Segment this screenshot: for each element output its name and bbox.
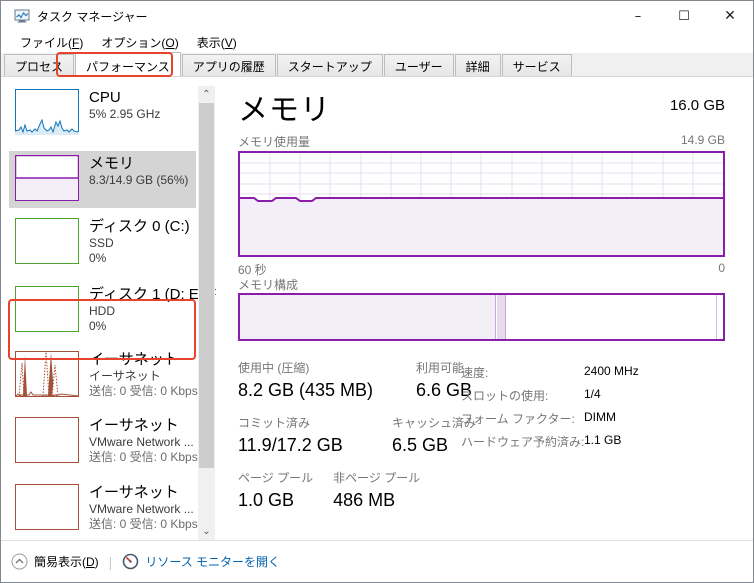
disk0-usage: 0%	[89, 251, 107, 265]
detail-formfactor-value: DIMM	[584, 410, 616, 424]
ethernet3-adapter: VMware Network ...	[89, 502, 194, 516]
footer-divider: |	[108, 553, 113, 570]
stat-pagedpool-value: 1.0 GB	[238, 490, 295, 510]
close-button[interactable]: ✕	[707, 1, 753, 31]
simple-view-label: 簡易表示(D)	[34, 555, 99, 569]
usage-chart-max: 14.9 GB	[680, 133, 725, 147]
window-title: タスク マネージャー	[37, 9, 148, 24]
resource-monitor-label: リソース モニターを開く	[145, 555, 281, 569]
window-controls: – ☐ ✕	[615, 1, 753, 31]
usage-x-right: 0	[718, 261, 725, 275]
stat-nonpagedpool-value: 486 MB	[333, 490, 396, 510]
sidebar-item-ethernet2[interactable]: イーサネット VMware Network ... 送信: 0 受信: 0 Kb…	[9, 415, 198, 465]
composition-label: メモリ構成	[238, 278, 299, 292]
detail-formfactor-label: フォーム ファクター:	[461, 412, 575, 426]
menu-bar: ファイル(F) オプション(O) 表示(V)	[1, 31, 753, 53]
memory-usage: 8.3/14.9 GB (56%)	[89, 173, 189, 187]
memory-detail-panel: メモリ 16.0 GB メモリ使用量 14.9 GB 60 秒 0 メモリ構成	[238, 77, 725, 540]
detail-speed-label: 速度:	[461, 366, 489, 380]
memory-composition-bar	[238, 293, 725, 341]
memory-title: メモリ	[89, 155, 135, 172]
simple-view-button[interactable]: 簡易表示(D)	[11, 553, 99, 570]
chevron-up-circle-icon	[11, 553, 28, 570]
disk1-mini-chart	[15, 286, 79, 332]
tab-startup[interactable]: スタートアップ	[276, 54, 383, 76]
ethernet2-title: イーサネット	[89, 417, 179, 434]
detail-slots-value: 1/4	[584, 387, 601, 401]
task-manager-window: タスク マネージャー – ☐ ✕ ファイル(F) オプション(O) 表示(V) …	[0, 0, 754, 583]
sidebar-item-memory[interactable]: メモリ 8.3/14.9 GB (56%)	[9, 151, 196, 208]
memory-stats: 使用中 (圧縮) 8.2 GB (435 MB) 利用可能 6.6 GB コミッ…	[238, 360, 488, 525]
usage-chart-label: メモリ使用量	[238, 135, 311, 149]
sidebar-item-disk1[interactable]: ディスク 1 (D: E: F HDD 0%	[9, 284, 217, 334]
ethernet3-title: イーサネット	[89, 484, 179, 501]
tab-bar: プロセス パフォーマンス アプリの履歴 スタートアップ ユーザー 詳細 サービス	[1, 52, 753, 77]
menu-options[interactable]: オプション(O)	[92, 32, 187, 53]
ethernet2-mini-chart	[15, 417, 79, 463]
ethernet2-traffic: 送信: 0 受信: 0 Kbps	[89, 450, 198, 464]
memory-hardware-details: 速度: 2400 MHz スロットの使用: 1/4 フォーム ファクター: DI…	[461, 364, 725, 456]
cpu-title: CPU	[89, 89, 121, 106]
tab-users[interactable]: ユーザー	[383, 54, 454, 76]
composition-right-divider	[716, 295, 717, 339]
ethernet3-traffic: 送信: 0 受信: 0 Kbps	[89, 517, 198, 531]
stat-committed-label: コミット済み	[238, 416, 311, 430]
scroll-down-arrow[interactable]: ⌄	[198, 523, 215, 540]
memory-mini-chart	[15, 155, 79, 201]
open-resource-monitor-link[interactable]: リソース モニターを開く	[122, 553, 280, 570]
ethernet1-adapter: イーサネット	[89, 369, 161, 383]
scroll-up-arrow[interactable]: ⌃	[198, 86, 215, 103]
ethernet3-mini-chart	[15, 484, 79, 530]
ethernet1-title: イーサネット	[89, 351, 179, 368]
sidebar-scrollbar[interactable]: ⌃ ⌄	[198, 86, 215, 540]
cpu-usage: 5% 2.95 GHz	[89, 107, 161, 121]
disk1-type: HDD	[89, 304, 115, 318]
stat-committed-value: 11.9/17.2 GB	[238, 435, 343, 455]
total-memory: 16.0 GB	[669, 97, 725, 114]
stat-inuse-label: 使用中 (圧縮)	[238, 361, 310, 375]
composition-modified-segment	[497, 295, 506, 339]
cpu-mini-chart	[15, 89, 79, 135]
detail-hwreserved-label: ハードウェア予約済み:	[461, 435, 585, 449]
ethernet2-adapter: VMware Network ...	[89, 435, 194, 449]
usage-chart-svg	[240, 153, 723, 255]
performance-sidebar: CPU 5% 2.95 GHz メモリ 8.3/14.9 GB (56%) ディ…	[1, 77, 217, 540]
title-bar: タスク マネージャー – ☐ ✕	[1, 1, 753, 31]
sidebar-item-disk0[interactable]: ディスク 0 (C:) SSD 0%	[9, 216, 196, 266]
menu-view[interactable]: 表示(V)	[188, 32, 246, 53]
status-bar: 簡易表示(D) | リソース モニターを開く	[1, 540, 753, 582]
disk0-title: ディスク 0 (C:)	[89, 218, 190, 235]
scrollbar-thumb[interactable]	[199, 103, 214, 468]
panel-title: メモリ	[238, 94, 331, 127]
disk1-usage: 0%	[89, 319, 107, 333]
ethernet1-traffic: 送信: 0 受信: 0 Kbps	[89, 384, 198, 398]
resource-monitor-icon	[123, 553, 139, 570]
memory-usage-chart	[238, 151, 725, 257]
stat-pagedpool-label: ページ プール	[238, 471, 314, 485]
sidebar-item-cpu[interactable]: CPU 5% 2.95 GHz	[9, 87, 196, 135]
sidebar-item-ethernet1[interactable]: イーサネット イーサネット 送信: 0 受信: 0 Kbps	[9, 349, 198, 399]
sidebar-item-ethernet3[interactable]: イーサネット VMware Network ... 送信: 0 受信: 0 Kb…	[9, 482, 198, 532]
maximize-button[interactable]: ☐	[661, 1, 707, 31]
tab-processes[interactable]: プロセス	[4, 54, 75, 76]
stat-inuse-value: 8.2 GB (435 MB)	[238, 380, 374, 400]
minimize-button[interactable]: –	[615, 1, 661, 31]
task-manager-icon	[14, 9, 30, 23]
disk0-type: SSD	[89, 236, 114, 250]
detail-hwreserved-value: 1.1 GB	[584, 433, 622, 447]
tab-details[interactable]: 詳細	[454, 54, 501, 76]
detail-speed-value: 2400 MHz	[584, 364, 639, 378]
tab-services[interactable]: サービス	[501, 54, 572, 76]
disk1-title: ディスク 1 (D: E: F	[89, 286, 217, 303]
content-area: CPU 5% 2.95 GHz メモリ 8.3/14.9 GB (56%) ディ…	[1, 77, 753, 540]
disk0-mini-chart	[15, 218, 79, 264]
stat-nonpagedpool-label: 非ページ プール	[333, 471, 421, 485]
detail-slots-label: スロットの使用:	[461, 389, 549, 403]
menu-file[interactable]: ファイル(F)	[11, 32, 92, 53]
tab-app-history[interactable]: アプリの履歴	[181, 54, 276, 76]
ethernet1-mini-chart	[15, 351, 79, 397]
tab-performance[interactable]: パフォーマンス	[75, 52, 181, 76]
composition-inuse-segment	[240, 295, 496, 339]
